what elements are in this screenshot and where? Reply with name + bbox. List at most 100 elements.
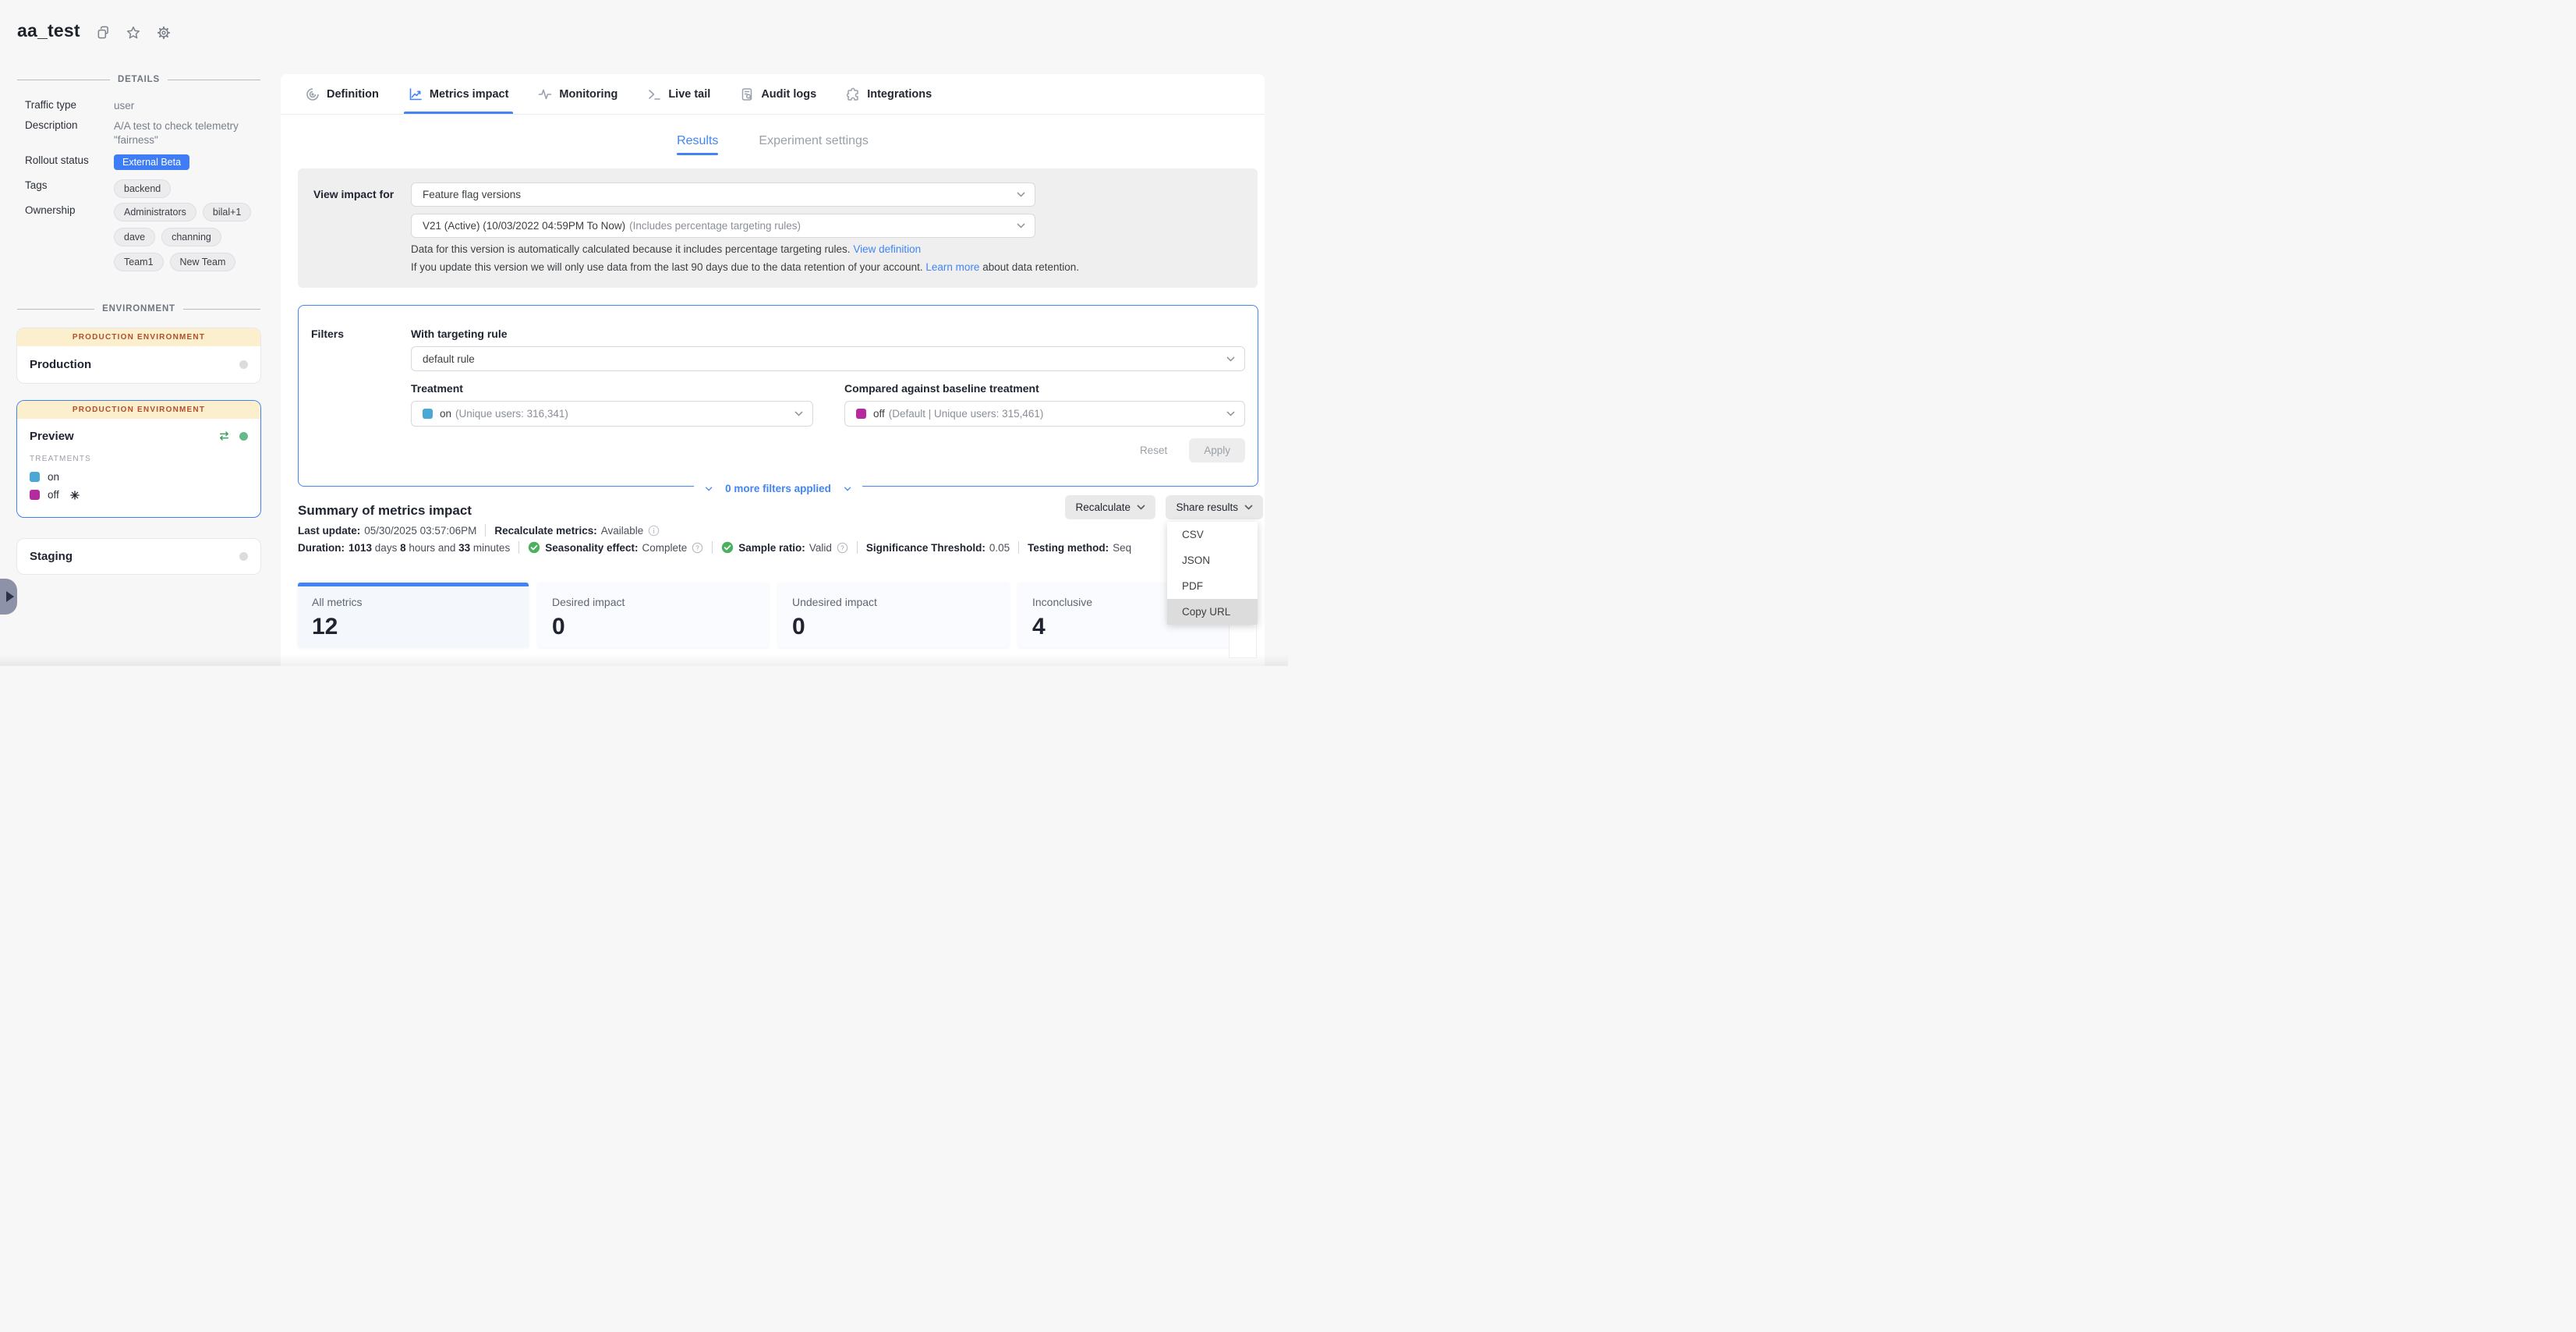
metric-card-undesired-impact[interactable]: Undesired impact 0 <box>778 583 1009 647</box>
environment-name: Production <box>30 358 239 371</box>
version-dropdown[interactable]: V21 (Active) (10/03/2022 04:59PM To Now)… <box>411 214 1035 238</box>
owner-chip[interactable]: New Team <box>170 253 236 271</box>
treatment-on-swatch <box>423 409 433 419</box>
learn-more-link[interactable]: Learn more <box>925 261 979 273</box>
owner-chip[interactable]: dave <box>114 228 155 246</box>
tag-chip[interactable]: backend <box>114 179 171 198</box>
baseline-dropdown[interactable]: off (Default | Unique users: 315,461) <box>844 401 1245 427</box>
favorite-button[interactable] <box>126 26 140 40</box>
help-icon: ? <box>692 542 703 554</box>
view-impact-panel: View impact for Feature flag versions V2… <box>298 168 1258 288</box>
last-update-label: Last update: <box>298 525 360 537</box>
owner-chip[interactable]: channing <box>161 228 221 246</box>
settings-button[interactable] <box>157 26 171 40</box>
baseline-label: Compared against baseline treatment <box>844 382 1039 395</box>
owners-row-1: Administrators bilal+1 <box>114 203 251 221</box>
owner-chip[interactable]: bilal+1 <box>203 203 252 221</box>
metric-card-desired-impact[interactable]: Desired impact 0 <box>538 583 769 647</box>
tab-audit-logs[interactable]: Audit logs <box>740 74 816 114</box>
status-dot-active <box>239 432 248 441</box>
treatment-on-swatch <box>30 472 40 482</box>
treatment-off-swatch <box>30 490 40 500</box>
treatment-note: (Unique users: 316,341) <box>455 408 568 420</box>
chevron-down-icon <box>794 411 803 416</box>
tab-metrics-impact[interactable]: Metrics impact <box>409 74 509 114</box>
targeting-rule-value: default rule <box>423 353 475 365</box>
svg-text:?: ? <box>696 544 700 551</box>
view-impact-label: View impact for <box>313 188 394 200</box>
version-calculation-note: Data for this version is automatically c… <box>411 243 921 255</box>
audit-logs-icon <box>740 87 754 101</box>
menu-item-pdf[interactable]: PDF <box>1167 573 1258 599</box>
recalculate-button[interactable]: Recalculate <box>1065 495 1155 519</box>
metric-card-all-metrics[interactable]: All metrics 12 <box>298 583 529 647</box>
summary-stats-row-2: Duration: 1013 days 8 hours and 33 minut… <box>298 541 1131 554</box>
baseline-note: (Default | Unique users: 315,461) <box>889 408 1044 420</box>
environment-card-staging[interactable]: Staging <box>16 538 261 575</box>
rollout-status-badge: External Beta <box>114 154 189 170</box>
more-filters-toggle[interactable]: 0 more filters applied <box>694 483 862 494</box>
tags-row: Tags backend <box>25 179 171 198</box>
version-note: (Includes percentage targeting rules) <box>629 220 801 232</box>
copy-name-button[interactable] <box>97 26 110 39</box>
targeting-rule-dropdown[interactable]: default rule <box>411 346 1245 371</box>
sample-ratio-label: Sample ratio: <box>738 542 805 554</box>
environment-name: Staging <box>30 550 239 563</box>
menu-scroll-remnant <box>1229 625 1257 658</box>
apply-button[interactable]: Apply <box>1189 438 1245 462</box>
more-filters-label: 0 more filters applied <box>725 483 831 494</box>
treatment-dropdown[interactable]: on (Unique users: 316,341) <box>411 401 813 427</box>
tab-live-tail[interactable]: Live tail <box>647 74 710 114</box>
live-tail-icon <box>647 87 661 101</box>
environment-card-production[interactable]: PRODUCTION ENVIRONMENT Production <box>16 328 261 384</box>
view-definition-link[interactable]: View definition <box>853 243 921 255</box>
targeting-rule-label: With targeting rule <box>411 328 508 340</box>
description-value: A/A test to check telemetry "fairness" <box>114 119 257 147</box>
description-label: Description <box>25 119 114 147</box>
page-title: aa_test <box>17 20 80 41</box>
owner-chip[interactable]: Administrators <box>114 203 196 221</box>
results-subtab-bar: Results Experiment settings <box>281 134 1265 155</box>
last-update-value: 05/30/2025 03:57:06PM <box>364 525 476 537</box>
menu-item-copy-url[interactable]: Copy URL <box>1167 599 1258 625</box>
star-icon <box>126 26 140 40</box>
filters-label: Filters <box>311 328 344 340</box>
sync-arrows-icon <box>218 430 230 441</box>
subtab-experiment-settings[interactable]: Experiment settings <box>759 134 869 155</box>
subtab-results[interactable]: Results <box>677 134 718 155</box>
data-retention-note: If you update this version we will only … <box>411 261 1079 273</box>
treatment-off-swatch <box>856 409 866 419</box>
menu-item-json[interactable]: JSON <box>1167 547 1258 573</box>
impact-scope-value: Feature flag versions <box>423 189 521 200</box>
treatment-label: Treatment <box>411 382 463 395</box>
impact-scope-dropdown[interactable]: Feature flag versions <box>411 182 1035 207</box>
environment-name: Preview <box>30 430 218 443</box>
tab-integrations[interactable]: Integrations <box>846 74 932 114</box>
sidebar-expand-handle[interactable] <box>0 579 17 615</box>
treatment-off-label: off <box>48 489 59 501</box>
tab-monitoring[interactable]: Monitoring <box>538 74 617 114</box>
tab-definition[interactable]: Definition <box>306 74 379 114</box>
chevron-down-icon <box>1226 411 1235 416</box>
production-environment-banner: PRODUCTION ENVIRONMENT <box>17 401 260 419</box>
tab-label: Monitoring <box>559 88 617 101</box>
chevron-down-icon <box>705 487 713 491</box>
environment-card-preview[interactable]: PRODUCTION ENVIRONMENT Preview TREATMENT… <box>16 400 261 518</box>
metric-summary-cards: All metrics 12 Desired impact 0 Undesire… <box>298 583 1249 647</box>
reset-button[interactable]: Reset <box>1140 445 1167 456</box>
menu-item-csv[interactable]: CSV <box>1167 522 1258 547</box>
owner-chip[interactable]: Team1 <box>114 253 164 271</box>
treatment-on-row: on <box>17 468 260 486</box>
production-environment-banner: PRODUCTION ENVIRONMENT <box>17 328 260 346</box>
rollout-status-label: Rollout status <box>25 154 114 170</box>
treatments-heading: TREATMENTS <box>17 453 260 468</box>
details-section-heading: DETAILS <box>17 75 260 84</box>
share-results-button[interactable]: Share results <box>1166 495 1263 519</box>
status-dot <box>239 360 248 369</box>
share-results-menu: CSV JSON PDF Copy URL <box>1167 522 1258 625</box>
summary-stats-row-1: Last update: 05/30/2025 03:57:06PM Recal… <box>298 524 660 537</box>
svg-text:?: ? <box>840 544 844 551</box>
tab-label: Live tail <box>668 88 710 101</box>
version-value: V21 (Active) (10/03/2022 04:59PM To Now) <box>423 220 625 232</box>
testing-method-label: Testing method: <box>1028 542 1109 554</box>
